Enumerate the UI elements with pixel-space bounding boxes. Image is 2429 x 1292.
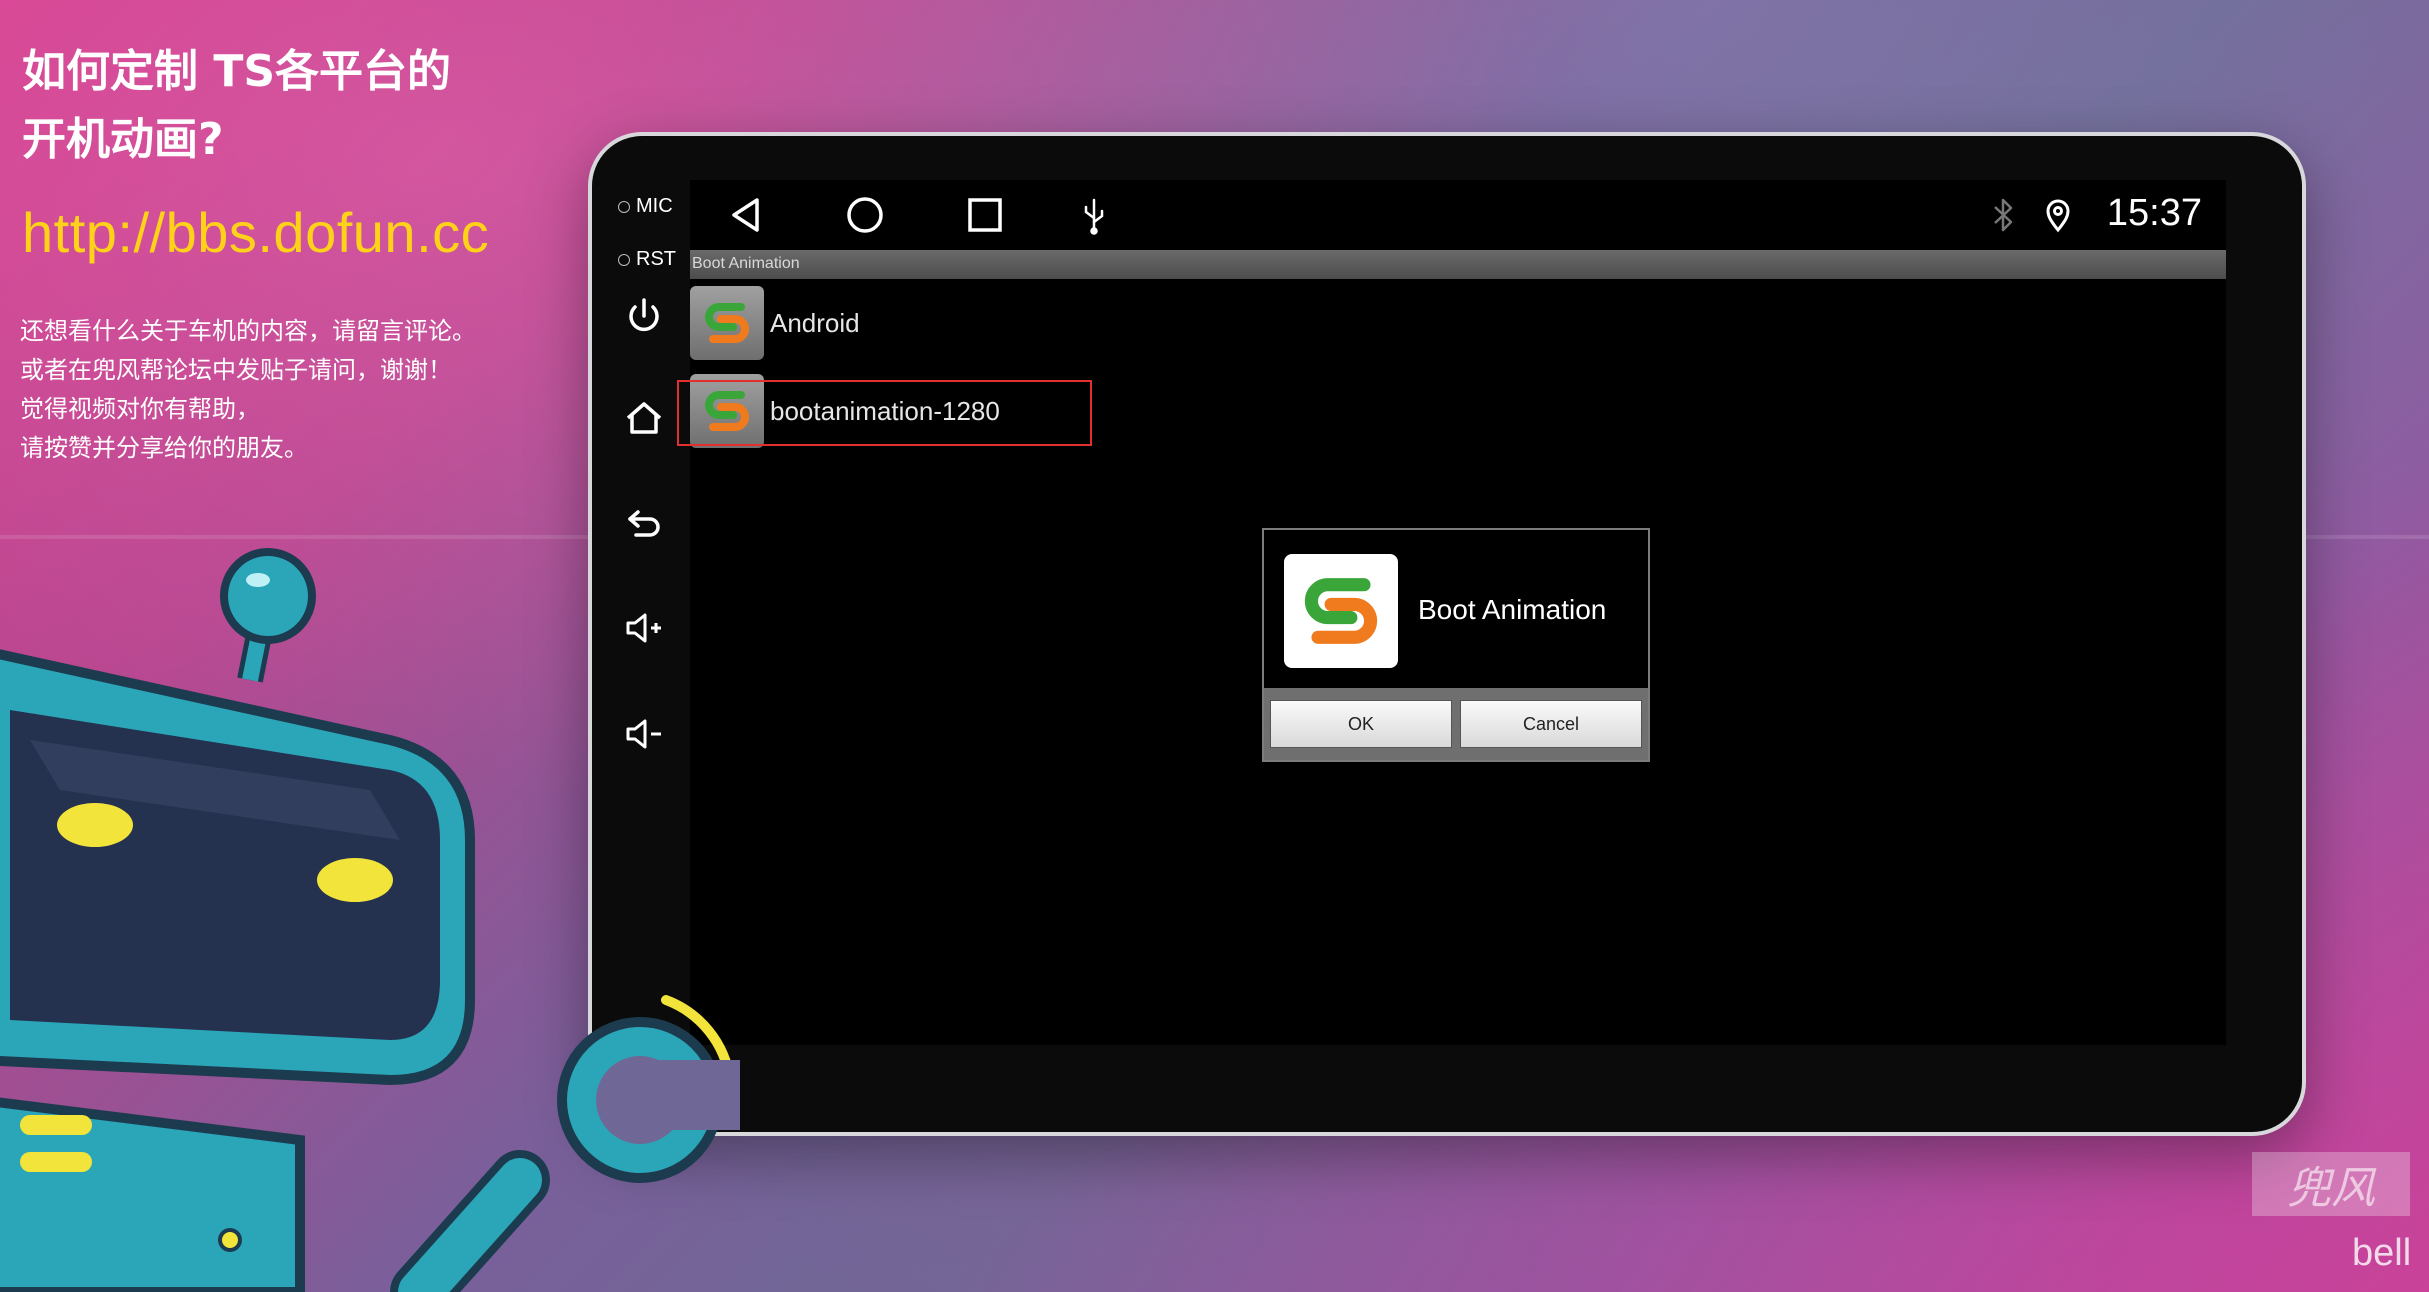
mic-indicator: MIC (618, 195, 673, 218)
robot-mascot-illustration (0, 548, 740, 1292)
mic-dot-icon (618, 200, 630, 213)
dofun-logo-watermark: 兜风 (2252, 1152, 2410, 1216)
power-icon[interactable] (620, 292, 668, 340)
rst-button[interactable]: RST (618, 248, 676, 271)
dialog-app-logo-icon (1284, 554, 1398, 668)
desc-line: 觉得视频对你有帮助， (20, 395, 260, 423)
dialog-button-bar: OK Cancel (1264, 688, 1648, 760)
dialog-title: Boot Animation (1418, 594, 1607, 625)
mic-label: MIC (636, 195, 673, 217)
recents-square-icon[interactable] (964, 194, 1006, 236)
desc-line: 还想看什么关于车机的内容，请留言评论。 (20, 317, 476, 345)
rst-label: RST (636, 248, 676, 270)
usb-icon (1073, 194, 1115, 236)
desc-line: 或者在兜风帮论坛中发贴子请问，谢谢！ (20, 356, 452, 384)
bluetooth-icon (1988, 194, 2018, 236)
ok-button[interactable]: OK (1270, 700, 1452, 748)
forum-url: http://bbs.dofun.cc (22, 201, 490, 264)
author-watermark: bell (2352, 1232, 2412, 1274)
rst-dot-icon (618, 253, 630, 266)
promo-description: 还想看什么关于车机的内容，请留言评论。 或者在兜风帮论坛中发贴子请问，谢谢！ 觉… (20, 312, 476, 468)
back-icon[interactable] (620, 498, 668, 546)
promo-title: 如何定制 TS各平台的 开机动画? (22, 38, 451, 174)
confirm-dialog: Boot Animation OK Cancel (1262, 528, 1650, 762)
home-icon[interactable] (620, 394, 668, 442)
app-logo-icon (690, 286, 764, 360)
app-title: Boot Animation (692, 255, 800, 272)
list-item-android[interactable]: Android (690, 283, 1250, 363)
home-circle-icon[interactable] (844, 194, 886, 236)
status-clock: 15:37 (2106, 192, 2202, 234)
list-item-label: Android (770, 307, 860, 338)
promo-title-line2: 开机动画? (22, 114, 224, 165)
desc-line: 请按赞并分享给你的朋友。 (20, 434, 308, 462)
selection-highlight-box (677, 380, 1092, 446)
back-triangle-icon[interactable] (726, 194, 768, 236)
app-title-bar: Boot Animation (690, 250, 2226, 279)
promo-title-line1: 如何定制 TS各平台的 (22, 46, 452, 97)
location-pin-icon (2042, 194, 2074, 236)
cancel-button[interactable]: Cancel (1460, 700, 1642, 748)
android-navigation-bar: 15:37 (690, 180, 2226, 250)
